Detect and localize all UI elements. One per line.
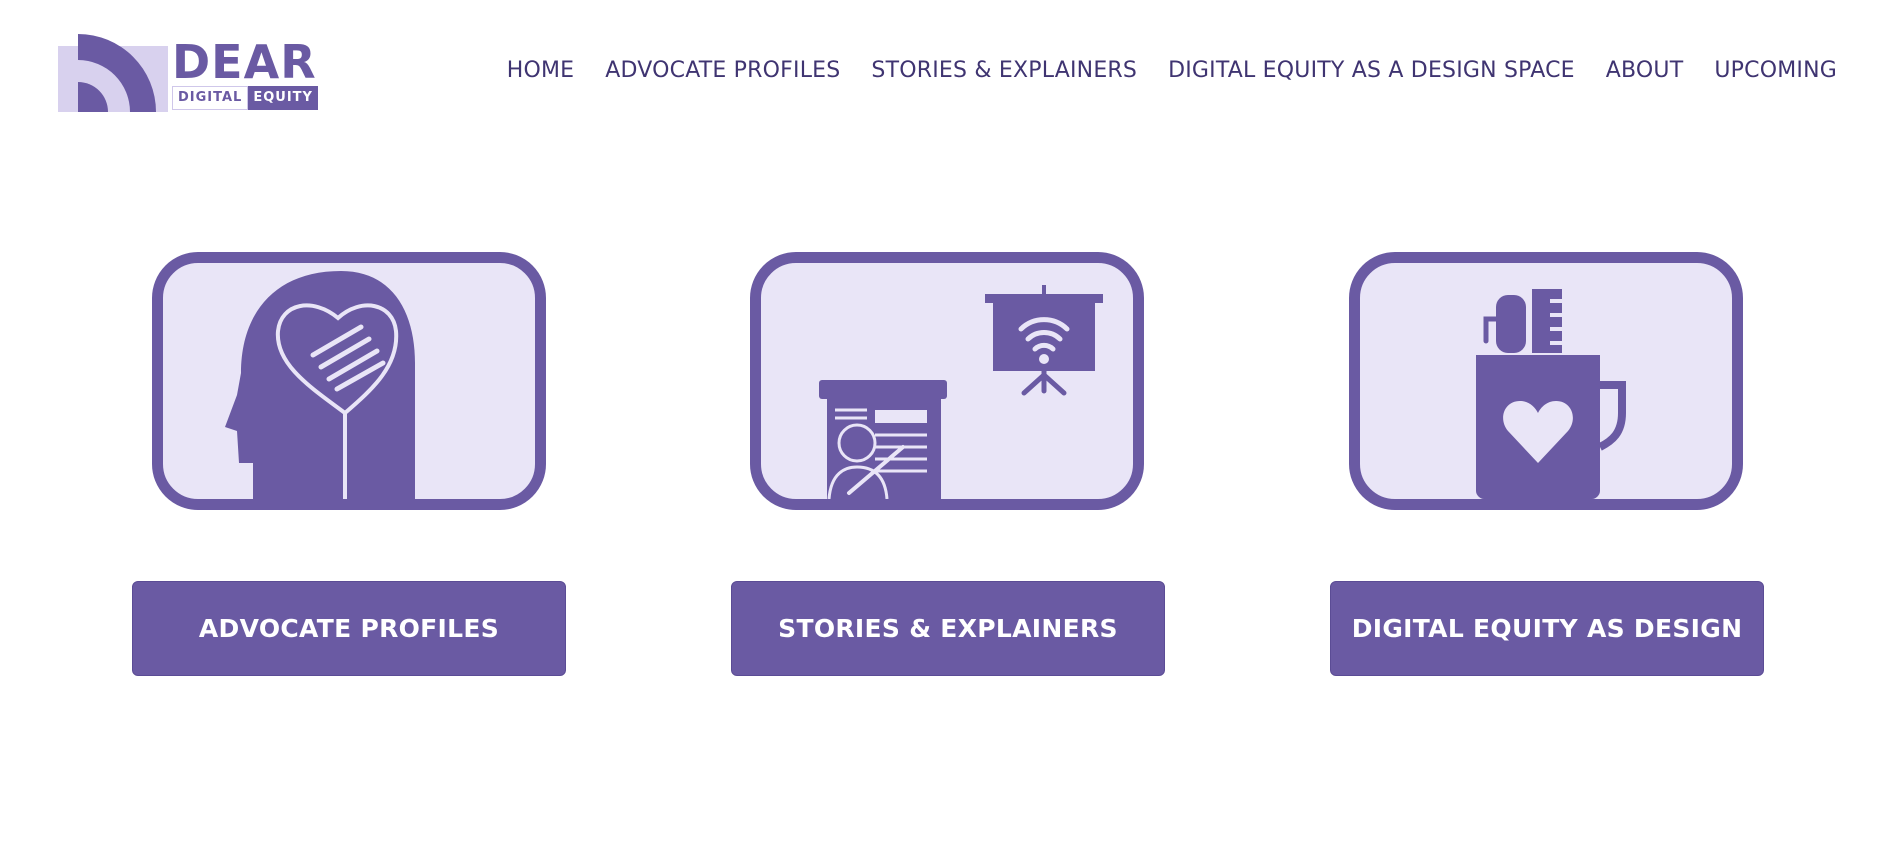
advocate-profiles-button[interactable]: ADVOCATE PROFILES	[132, 581, 566, 676]
stories-explainers-button[interactable]: STORIES & EXPLAINERS	[731, 581, 1165, 676]
head-heart-handshake-icon[interactable]	[152, 252, 546, 510]
feature-cards: ADVOCATE PROFILES STORIES & EXPLAINERS D…	[0, 0, 1893, 859]
digital-equity-design-button[interactable]: DIGITAL EQUITY AS DESIGN	[1330, 581, 1764, 676]
mug-heart-pencils-icon[interactable]	[1349, 252, 1743, 510]
presentation-wifi-icon[interactable]	[750, 252, 1144, 510]
